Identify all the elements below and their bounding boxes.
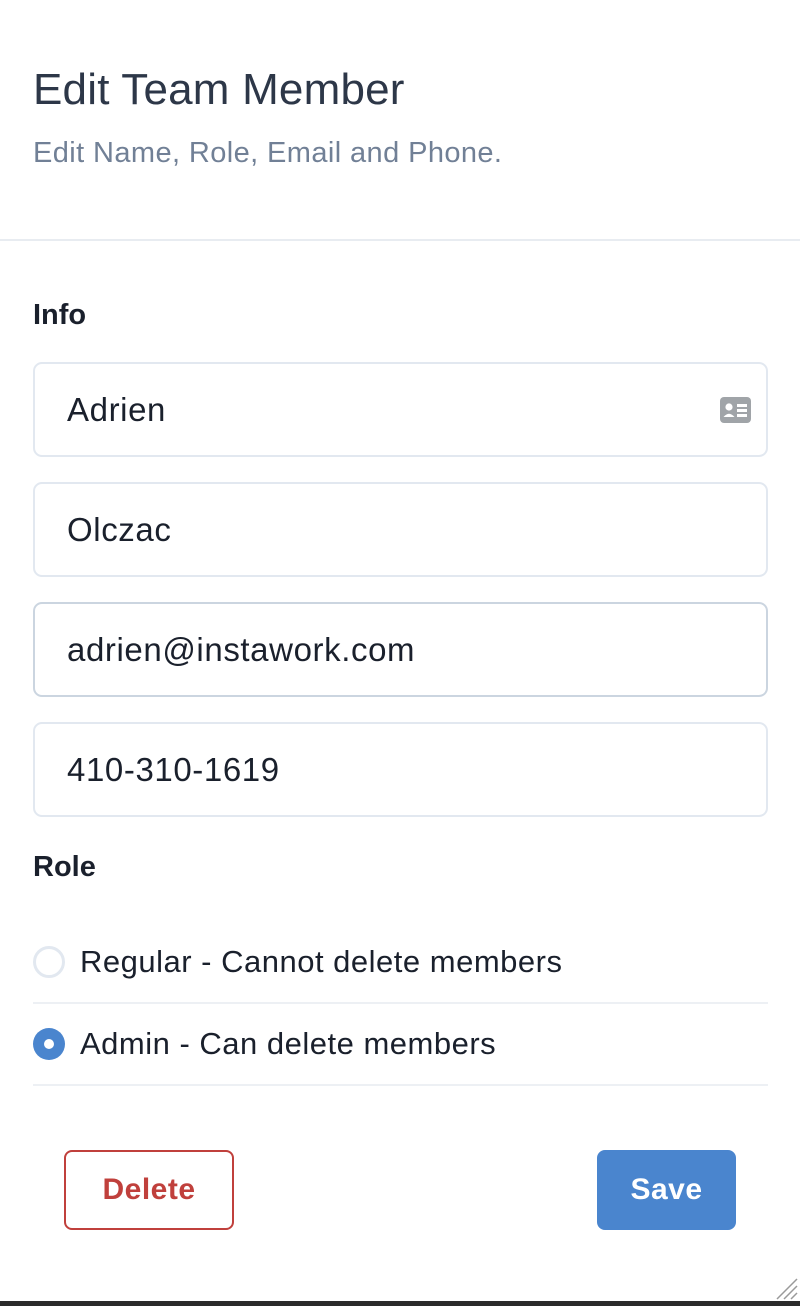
page-title: Edit Team Member [33,65,405,114]
first-name-value: Adrien [67,390,166,428]
admin-radio-label[interactable]: Admin - Can delete members [80,1026,496,1062]
role-option-admin[interactable]: Admin - Can delete members [33,1004,768,1086]
page-subtitle: Edit Name, Role, Email and Phone. [33,137,503,169]
email-value: adrien@instawork.com [67,630,416,668]
role-option-regular[interactable]: Regular - Cannot delete members [33,922,768,1004]
admin-radio[interactable] [33,1028,65,1060]
phone-field[interactable]: 410-310-1619 [33,722,768,817]
last-name-field[interactable]: Olczac [33,482,768,577]
info-section-label: Info [33,299,87,331]
phone-value: 410-310-1619 [67,750,280,788]
delete-button[interactable]: Delete [64,1150,234,1230]
regular-radio-label[interactable]: Regular - Cannot delete members [80,944,562,980]
last-name-value: Olczac [67,510,172,548]
regular-radio[interactable] [33,946,65,978]
email-field[interactable]: adrien@instawork.com [33,602,768,697]
window-bottom-edge [0,1301,800,1306]
edit-team-member-panel: Edit Team Member Edit Name, Role, Email … [0,0,800,1306]
contact-card-icon[interactable] [719,396,752,424]
first-name-field[interactable]: Adrien [33,362,768,457]
save-button[interactable]: Save [597,1150,736,1230]
role-section-label: Role [33,851,96,883]
panel-header: Edit Team Member Edit Name, Role, Email … [0,0,800,241]
resize-grip-icon[interactable] [772,1274,798,1300]
